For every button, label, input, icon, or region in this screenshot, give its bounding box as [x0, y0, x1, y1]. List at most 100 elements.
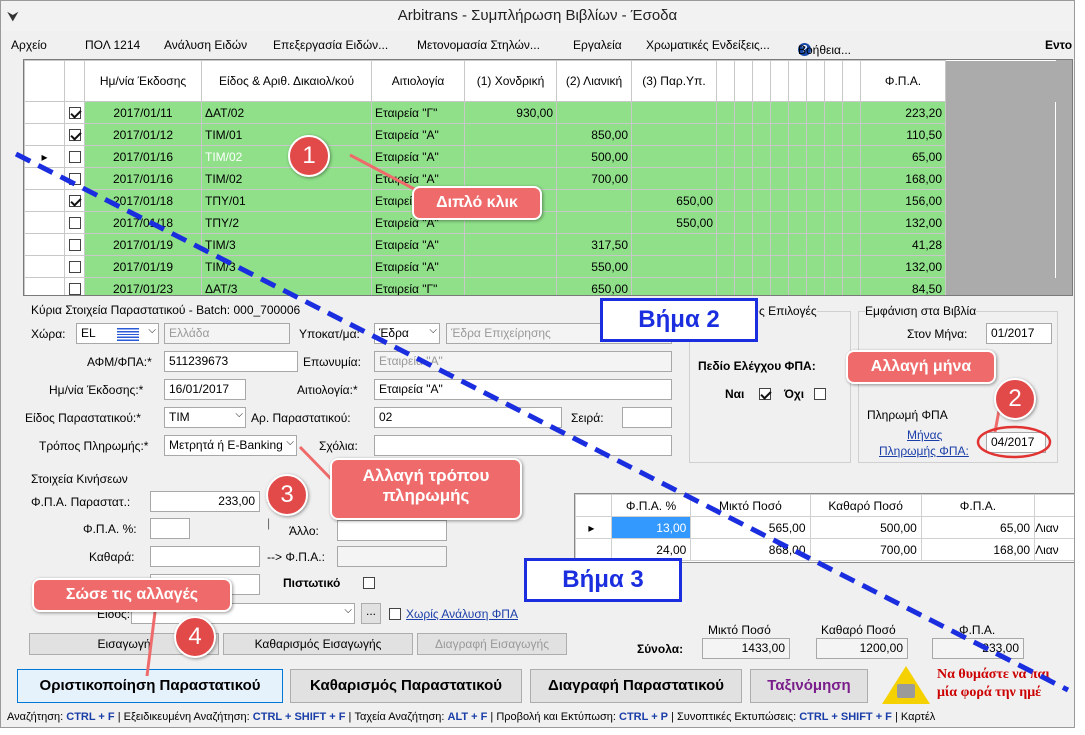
menu-file[interactable]: Αρχείο	[11, 38, 47, 52]
services-cell[interactable]	[631, 233, 717, 256]
empty-cell[interactable]	[842, 189, 861, 212]
empty-cell[interactable]	[734, 101, 753, 124]
date-cell[interactable]: 2017/01/16	[84, 167, 202, 190]
vat-grid-header-pct[interactable]: Φ.Π.Α. %	[610, 494, 692, 517]
menu-truncated[interactable]: Εντο	[1045, 38, 1072, 52]
empty-cell[interactable]	[734, 145, 753, 168]
vat-payment-month-field[interactable]: 04/2017	[986, 432, 1046, 453]
row-checkbox[interactable]	[68, 107, 81, 120]
empty-cell[interactable]	[770, 123, 789, 146]
menu-pol1214[interactable]: ΠΟΛ 1214	[85, 38, 140, 52]
wholesale-cell[interactable]	[464, 255, 557, 278]
row-checkbox[interactable]	[68, 129, 81, 142]
empty-cell[interactable]	[770, 211, 789, 234]
vat-breakdown-grid[interactable]: Φ.Π.Α. % Μικτό Ποσό Καθαρό Ποσό Φ.Π.Α. ▸…	[574, 493, 1074, 563]
doc-cell[interactable]: ΤΠΥ/2	[201, 211, 372, 234]
empty-cell[interactable]	[716, 255, 735, 278]
date-cell[interactable]: 2017/01/11	[84, 101, 202, 124]
vat-cell[interactable]: 168,00	[860, 167, 946, 190]
empty-cell[interactable]	[824, 277, 843, 295]
empty-cell[interactable]	[788, 255, 807, 278]
clear-document-button[interactable]: Καθαρισμός Παραστατικού	[290, 669, 522, 703]
branch-select[interactable]: Έδρα ⌵	[374, 323, 440, 344]
date-cell[interactable]: 2017/01/16	[84, 145, 202, 168]
afm-field[interactable]: 511239673	[164, 351, 298, 372]
col-header-date[interactable]: Ημ/νία Έκδοσης	[84, 60, 202, 102]
row-checkbox[interactable]	[68, 239, 81, 252]
col-header-retail[interactable]: (2) Λιανική	[556, 60, 632, 102]
retail-cell[interactable]: 500,00	[556, 145, 632, 168]
reason-cell[interactable]: Εταιρεία "Α"	[371, 145, 465, 168]
empty-cell[interactable]	[770, 167, 789, 190]
empty-cell[interactable]	[806, 233, 825, 256]
table-cell[interactable]: 868,00	[690, 538, 811, 561]
sort-button[interactable]: Ταξινόμηση	[750, 669, 868, 703]
empty-cell[interactable]	[752, 123, 771, 146]
empty-cell[interactable]	[788, 167, 807, 190]
vat-cell[interactable]: 41,28	[860, 233, 946, 256]
table-row[interactable]: 2017/01/12 ΤΙΜ/01 Εταιρεία "Α" 850,00 110,50	[24, 123, 1056, 146]
empty-cell[interactable]	[788, 233, 807, 256]
empty-cell[interactable]	[716, 189, 735, 212]
empty-cell[interactable]	[824, 233, 843, 256]
doc-cell[interactable]: ΤΠΥ/01	[201, 189, 372, 212]
empty-cell[interactable]	[806, 255, 825, 278]
row-check-cell[interactable]	[64, 167, 85, 190]
empty-cell[interactable]	[824, 101, 843, 124]
empty-cell[interactable]	[716, 211, 735, 234]
empty-cell[interactable]	[770, 277, 789, 295]
other-field[interactable]	[337, 520, 447, 541]
doc-cell[interactable]: ΤΙΜ/01	[201, 123, 372, 146]
empty-cell[interactable]	[806, 167, 825, 190]
empty-cell[interactable]	[824, 145, 843, 168]
col-header-wholesale[interactable]: (1) Χονδρική	[464, 60, 557, 102]
no-analysis-checkbox[interactable]	[389, 608, 401, 620]
vat-cell[interactable]: 84,50	[860, 277, 946, 295]
documents-grid[interactable]: Ημ/νία Έκδοσης Είδος & Αριθ. Δικαιολ/κού…	[23, 59, 1073, 296]
row-check-cell[interactable]	[64, 101, 85, 124]
col-header-doc[interactable]: Είδος & Αριθ. Δικαιολ/κού	[201, 60, 372, 102]
menu-color-hints[interactable]: Χρωματικές Ενδείξεις...	[646, 38, 770, 52]
empty-cell[interactable]	[842, 233, 861, 256]
services-cell[interactable]	[631, 101, 717, 124]
services-cell[interactable]	[631, 277, 717, 295]
empty-cell[interactable]	[734, 189, 753, 212]
table-cell[interactable]: 565,00	[690, 516, 811, 539]
empty-cell[interactable]	[842, 123, 861, 146]
empty-cell[interactable]	[806, 277, 825, 295]
empty-cell[interactable]	[752, 189, 771, 212]
row-checkbox[interactable]	[68, 173, 81, 186]
empty-cell[interactable]	[842, 277, 861, 295]
table-row[interactable]: 2017/01/19 ΤΙΜ/3 Εταιρεία "Α" 317,50 41,28	[24, 233, 1056, 256]
date-cell[interactable]: 2017/01/23	[84, 277, 202, 295]
empty-cell[interactable]	[788, 211, 807, 234]
doc-cell[interactable]: ΤΙΜ/3	[201, 255, 372, 278]
vat-month-link[interactable]: Μήνας	[907, 428, 942, 442]
empty-cell[interactable]	[752, 101, 771, 124]
reason-field[interactable]: Εταιρεία "Α"	[374, 379, 672, 400]
retail-cell[interactable]: 550,00	[556, 255, 632, 278]
row-check-cell[interactable]	[64, 211, 85, 234]
empty-cell[interactable]	[842, 211, 861, 234]
finalize-document-button[interactable]: Οριστικοποίηση Παραστατικού	[17, 669, 283, 703]
table-cell[interactable]: Λιαν	[1034, 538, 1074, 561]
empty-cell[interactable]	[770, 233, 789, 256]
doc-cell[interactable]: ΤΙΜ/3	[201, 233, 372, 256]
row-check-cell[interactable]	[64, 123, 85, 146]
issue-date-field[interactable]: 16/01/2017	[164, 379, 246, 400]
payment-method-select[interactable]: Μετρητά ή E-Banking ⌵	[164, 435, 297, 456]
retail-cell[interactable]	[556, 101, 632, 124]
vat-cell[interactable]: 223,20	[860, 101, 946, 124]
net-field[interactable]	[150, 546, 260, 567]
empty-cell[interactable]	[716, 233, 735, 256]
no-analysis-link[interactable]: Χωρίς Ανάλυση ΦΠΑ	[406, 607, 518, 621]
delete-insert-button[interactable]: Διαγραφή Εισαγωγής	[417, 633, 567, 655]
empty-cell[interactable]	[734, 211, 753, 234]
empty-cell[interactable]	[806, 123, 825, 146]
table-cell[interactable]: 168,00	[920, 538, 1036, 561]
empty-cell[interactable]	[752, 255, 771, 278]
services-cell[interactable]: 650,00	[631, 189, 717, 212]
empty-cell[interactable]	[734, 123, 753, 146]
empty-cell[interactable]	[824, 255, 843, 278]
empty-cell[interactable]	[770, 189, 789, 212]
